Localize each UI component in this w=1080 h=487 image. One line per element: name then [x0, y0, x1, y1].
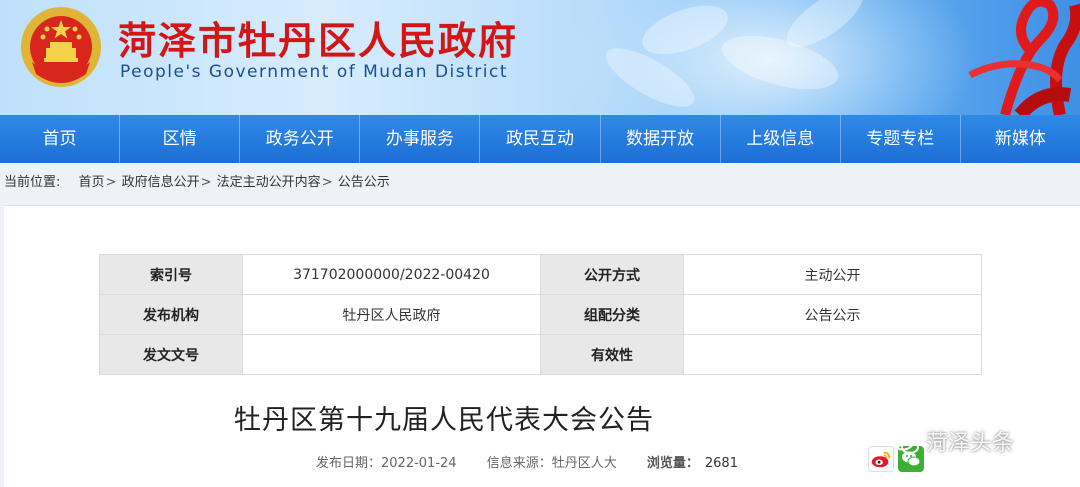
index-number-label: 索引号 [99, 254, 243, 295]
validity-label: 有效性 [540, 334, 684, 375]
breadcrumb-separator: > [200, 175, 212, 190]
disclosure-method-label: 公开方式 [540, 254, 684, 295]
red-ribbon-knot-icon [968, 0, 1080, 115]
views-count: 2681 [704, 456, 738, 471]
document-number-label: 发文文号 [99, 334, 243, 375]
breadcrumb-item-announcements[interactable]: 公告公示 [338, 175, 390, 190]
category-label: 组配分类 [540, 294, 684, 335]
breadcrumb-separator: > [105, 175, 117, 190]
publisher-label: 发布机构 [99, 294, 243, 335]
views-label: 浏览量： [646, 456, 699, 471]
document-meta-table: 索引号 371702000000/2022-00420 公开方式 主动公开 发布… [99, 254, 982, 375]
nav-item-special-topics[interactable]: 专题专栏 [841, 115, 961, 163]
watermark-text: 菏泽头条 [926, 431, 1015, 456]
nav-item-government-affairs[interactable]: 政务公开 [240, 115, 361, 163]
index-number-value: 371702000000/2022-00420 [242, 254, 541, 295]
breadcrumb-separator: > [321, 175, 333, 190]
site-subtitle: People's Government of Mudan District [120, 62, 509, 82]
watermark: 菏泽头条 [892, 425, 1014, 457]
validity-value [683, 334, 982, 375]
article-title: 牡丹区第十九届人民代表大会公告 [234, 405, 654, 436]
site-title: 菏泽市牡丹区人民政府 [118, 18, 519, 63]
breadcrumb: 当前位置: 首页> 政府信息公开> 法定主动公开内容> 公告公示 [0, 163, 1080, 203]
nav-item-interaction[interactable]: 政民互动 [480, 115, 601, 163]
disclosure-method-value: 主动公开 [683, 254, 982, 295]
article-meta: 发布日期：2022-01-24 信息来源：牡丹区人大 浏览量： 2681 [316, 452, 764, 471]
table-row: 发布机构 牡丹区人民政府 组配分类 公告公示 [99, 294, 982, 335]
breadcrumb-label: 当前位置: [4, 175, 61, 190]
table-row: 发文文号 有效性 [99, 334, 982, 375]
weibo-icon[interactable] [868, 446, 894, 472]
category-value: 公告公示 [683, 294, 982, 335]
table-row: 索引号 371702000000/2022-00420 公开方式 主动公开 [99, 254, 982, 295]
nav-item-district-info[interactable]: 区情 [120, 115, 241, 163]
document-number-value [242, 334, 541, 375]
breadcrumb-item-statutory[interactable]: 法定主动公开内容 [217, 175, 321, 190]
nav-item-new-media[interactable]: 新媒体 [961, 115, 1080, 163]
nav-item-home[interactable]: 首页 [0, 115, 121, 163]
breadcrumb-item-gov-info[interactable]: 政府信息公开 [122, 175, 200, 190]
info-source: 信息来源：牡丹区人大 [486, 456, 617, 471]
nav-item-superior-info[interactable]: 上级信息 [721, 115, 841, 163]
publisher-value: 牡丹区人民政府 [242, 294, 541, 335]
wechat-bubble-icon [892, 433, 919, 454]
publish-date: 发布日期：2022-01-24 [316, 456, 457, 471]
site-header: 菏泽市牡丹区人民政府 People's Government of Mudan … [0, 0, 1080, 115]
nav-item-open-data[interactable]: 数据开放 [601, 115, 721, 163]
breadcrumb-item-home[interactable]: 首页 [79, 175, 105, 190]
main-nav: 首页 区情 政务公开 办事服务 政民互动 数据开放 上级信息 专题专栏 新媒体 [0, 115, 1080, 163]
nav-item-services[interactable]: 办事服务 [360, 115, 481, 163]
national-emblem-icon[interactable] [18, 4, 104, 90]
